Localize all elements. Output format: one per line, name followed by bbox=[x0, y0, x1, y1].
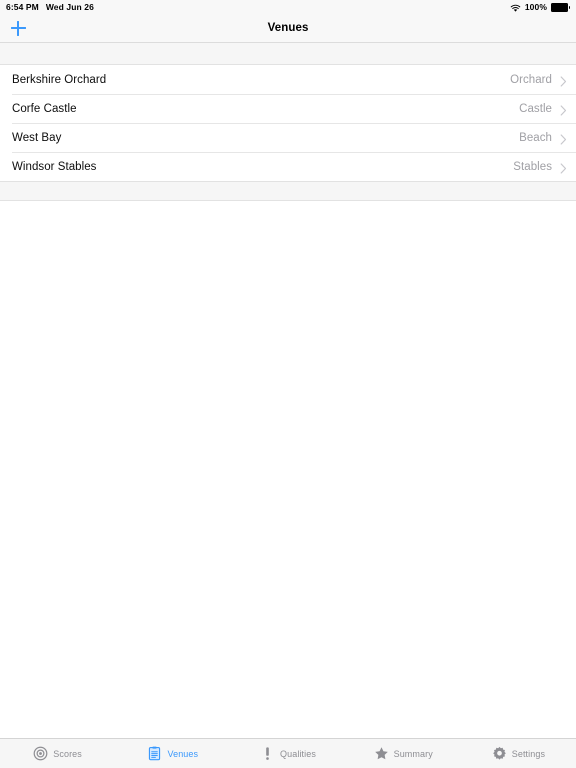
clipboard-icon bbox=[147, 746, 162, 761]
tab-bar: Scores Venues Qualities Summary Settings bbox=[0, 738, 576, 768]
venue-type: Stables bbox=[513, 160, 552, 173]
venue-type: Orchard bbox=[510, 73, 552, 86]
battery-percent: 100% bbox=[524, 2, 547, 12]
tab-label-scores: Scores bbox=[53, 748, 82, 759]
chevron-right-icon bbox=[560, 74, 567, 87]
table-row[interactable]: Corfe Castle Castle bbox=[0, 94, 576, 123]
empty-content-area bbox=[0, 201, 576, 738]
section-footer-spacer bbox=[0, 181, 576, 201]
chevron-right-icon bbox=[560, 132, 567, 145]
chevron-right-icon bbox=[560, 161, 567, 174]
star-icon bbox=[374, 746, 389, 761]
tab-label-venues: Venues bbox=[167, 748, 199, 759]
chevron-right-icon bbox=[560, 103, 567, 116]
gear-icon bbox=[492, 746, 507, 761]
status-date: Wed Jun 26 bbox=[45, 2, 94, 12]
venues-table-view: Berkshire Orchard Orchard Corfe Castle C… bbox=[0, 43, 576, 738]
target-icon bbox=[33, 746, 48, 761]
table-row[interactable]: Windsor Stables Stables bbox=[0, 152, 576, 181]
tab-qualities[interactable]: Qualities bbox=[230, 739, 345, 768]
table-row[interactable]: West Bay Beach bbox=[0, 123, 576, 152]
wifi-icon bbox=[510, 4, 521, 13]
tab-settings[interactable]: Settings bbox=[461, 739, 576, 768]
battery-full-icon bbox=[551, 2, 571, 12]
venue-name: Windsor Stables bbox=[12, 160, 97, 173]
venues-section: Berkshire Orchard Orchard Corfe Castle C… bbox=[0, 65, 576, 181]
tab-label-settings: Settings bbox=[511, 748, 546, 759]
status-bar-left: 6:54 PM Wed Jun 26 bbox=[6, 2, 94, 12]
table-row[interactable]: Berkshire Orchard Orchard bbox=[0, 65, 576, 94]
tab-summary[interactable]: Summary bbox=[346, 739, 461, 768]
navigation-bar: Venues bbox=[0, 14, 576, 43]
tab-venues[interactable]: Venues bbox=[115, 739, 230, 768]
tab-label-summary: Summary bbox=[393, 748, 433, 759]
venue-type: Castle bbox=[519, 102, 552, 115]
tab-scores[interactable]: Scores bbox=[0, 739, 115, 768]
status-bar: 6:54 PM Wed Jun 26 100% bbox=[0, 0, 576, 14]
status-bar-right: 100% bbox=[510, 2, 571, 12]
status-time: 6:54 PM bbox=[6, 2, 39, 12]
section-header-spacer bbox=[0, 43, 576, 65]
page-title: Venues bbox=[267, 22, 309, 34]
venue-name: Corfe Castle bbox=[12, 102, 77, 115]
tab-label-qualities: Qualities bbox=[280, 748, 316, 759]
venue-name: West Bay bbox=[12, 131, 62, 144]
app-screen: 6:54 PM Wed Jun 26 100% Venues Berkshire… bbox=[0, 0, 576, 768]
venue-name: Berkshire Orchard bbox=[12, 73, 107, 86]
venue-type: Beach bbox=[519, 131, 552, 144]
exclamation-icon bbox=[260, 746, 275, 761]
